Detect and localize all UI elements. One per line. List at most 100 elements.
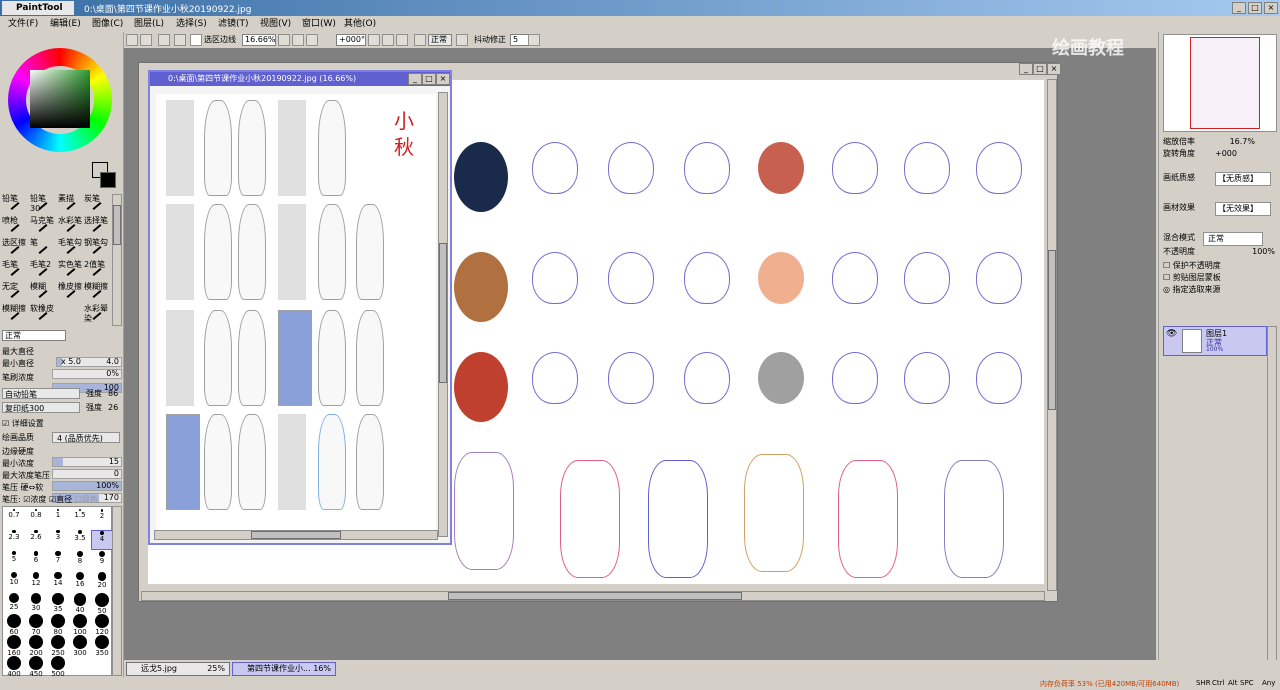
layer-opacity-slider[interactable]: 100%	[1252, 246, 1275, 258]
brush-tool[interactable]: 实色笔	[58, 260, 84, 282]
rotation-field[interactable]: +000°	[336, 34, 366, 46]
selection-tools[interactable]	[6, 164, 66, 192]
undo-button[interactable]	[126, 34, 138, 46]
menu-filter[interactable]: 滤镜(T)	[218, 16, 252, 32]
brush-tool[interactable]: 软橡皮	[30, 304, 56, 326]
brush-size-preset[interactable]: 450	[25, 656, 47, 678]
doc-minimize-button[interactable]: _	[1019, 63, 1033, 75]
canvas-h-scrollbar[interactable]	[141, 591, 1045, 601]
menu-window[interactable]: 窗口(W)	[302, 16, 336, 32]
maximize-button[interactable]: □	[1248, 2, 1262, 14]
brush-tool[interactable]: 毛笔2	[30, 260, 56, 282]
selection-source-checkbox[interactable]: ◎ 指定选取来源	[1163, 284, 1277, 296]
brush-size-preset[interactable]: 35	[47, 593, 69, 613]
brush-size-preset[interactable]: 200	[25, 635, 47, 657]
brush-size-preset[interactable]: 6	[25, 551, 47, 571]
stabilizer-dropdown[interactable]	[528, 34, 540, 46]
brush-tool[interactable]: 铅笔30	[30, 194, 56, 216]
brush-size-preset[interactable]: 2.6	[25, 530, 47, 550]
brush-tool[interactable]: 喷枪	[2, 216, 28, 238]
brush-size-preset[interactable]: 2	[91, 509, 113, 529]
brush-size-preset[interactable]: 10	[3, 572, 25, 592]
brush-size-preset[interactable]: 25	[3, 593, 25, 613]
brush-size-preset[interactable]: 80	[47, 614, 69, 636]
zoom-field[interactable]: 16.66%	[242, 34, 276, 46]
brush-size-preset[interactable]: 14	[47, 572, 69, 592]
brush-tool-scrollbar[interactable]	[112, 194, 122, 326]
menu-edit[interactable]: 编辑(E)	[50, 16, 84, 32]
protect-opacity-checkbox[interactable]: ☐ 保护不透明度	[1163, 260, 1277, 272]
paper-texture-select[interactable]: 【无质感】	[1215, 172, 1271, 186]
brush-shape-select[interactable]: 自动铅笔	[2, 388, 80, 399]
rotate-right-button[interactable]	[382, 34, 394, 46]
color-mode-tabs[interactable]	[2, 34, 122, 46]
brush-size-preset[interactable]: 350	[91, 635, 113, 657]
brush-tool[interactable]: 模糊	[30, 282, 56, 304]
brush-size-preset[interactable]: 1.5	[69, 509, 91, 529]
brush-size-preset[interactable]: 100	[69, 614, 91, 636]
brush-size-preset[interactable]: 2.3	[3, 530, 25, 550]
brush-tool[interactable]: 选择笔	[84, 216, 110, 238]
menu-view[interactable]: 视图(V)	[260, 16, 294, 32]
brush-tool[interactable]: 无定	[2, 282, 28, 304]
brush-blend-select[interactable]: 正常	[2, 330, 66, 341]
brush-tool[interactable]: 钢笔勾	[84, 238, 110, 260]
texture-strength-value[interactable]: 26	[108, 402, 118, 413]
new-layer-buttons[interactable]	[1165, 298, 1225, 310]
brush-size-preset[interactable]: 4	[91, 530, 113, 550]
doc-tab[interactable]: 远戈5.jpg 25%	[126, 662, 230, 676]
brush-tool[interactable]: 炭笔	[84, 194, 110, 216]
brush-tool[interactable]: 选区擦	[2, 238, 28, 260]
brush-size-scrollbar[interactable]	[112, 506, 122, 676]
blend-mode-select[interactable]: 正常	[428, 34, 452, 46]
brush-tool[interactable]: 橡皮擦	[58, 282, 84, 304]
brush-tool[interactable]: 水彩晕染	[84, 304, 110, 326]
brush-size-preset[interactable]: 0.8	[25, 509, 47, 529]
brush-size-preset[interactable]: 0.7	[3, 509, 25, 529]
zoom-out-button[interactable]	[278, 34, 290, 46]
flip-button[interactable]	[414, 34, 426, 46]
brush-size-preset[interactable]: 5	[3, 551, 25, 571]
layer-item[interactable]: 👁 图层1 正常 100%	[1163, 326, 1267, 356]
deselect-button[interactable]	[158, 34, 170, 46]
brush-size-preset[interactable]: 3	[47, 530, 69, 550]
detail-settings-toggle[interactable]: ☑ 详细设置	[2, 418, 122, 429]
brush-texture-select[interactable]: 复印纸300	[2, 402, 80, 413]
brush-tool[interactable]: 2值笔	[84, 260, 110, 282]
menu-file[interactable]: 文件(F)	[8, 16, 42, 32]
clipping-mask-checkbox[interactable]: ☐ 剪贴图层蒙板	[1163, 272, 1277, 284]
minimize-button[interactable]: _	[1232, 2, 1246, 14]
brush-tool[interactable]: 模糊擦	[2, 304, 28, 326]
invert-selection-button[interactable]	[174, 34, 186, 46]
selection-edge-checkbox[interactable]	[190, 34, 202, 46]
pressure-size-checkbox[interactable]: ☑直径	[49, 495, 72, 504]
layer-blend-select[interactable]: 正常	[1203, 232, 1263, 246]
brush-tool[interactable]: 素描	[58, 194, 84, 216]
brush-size-preset[interactable]: 9	[91, 551, 113, 571]
menu-other[interactable]: 其他(O)	[344, 16, 378, 32]
brush-size-preset[interactable]: 500	[47, 656, 69, 678]
brush-size-preset[interactable]: 120	[91, 614, 113, 636]
layer-visibility-icon[interactable]: 👁	[1166, 329, 1178, 341]
brush-size-preset[interactable]: 7	[47, 551, 69, 571]
brush-size-preset[interactable]: 20	[91, 572, 113, 592]
rotate-left-button[interactable]	[368, 34, 380, 46]
brush-tool[interactable]: 水彩笔	[58, 216, 84, 238]
brush-size-preset[interactable]: 250	[47, 635, 69, 657]
menu-layer[interactable]: 图层(L)	[134, 16, 168, 32]
brush-tool[interactable]: 马克笔	[30, 216, 56, 238]
secondary-color-swatch[interactable]	[100, 172, 116, 188]
zoom-in-button[interactable]	[292, 34, 304, 46]
color-wheel[interactable]	[8, 48, 112, 152]
ref-minimize-button[interactable]: _	[408, 73, 422, 85]
rotate-reset-button[interactable]	[396, 34, 408, 46]
brush-size-preset[interactable]: 300	[69, 635, 91, 657]
brush-tool[interactable]: 笔	[30, 238, 56, 260]
ref-close-button[interactable]: ×	[436, 73, 450, 85]
brush-size-preset[interactable]: 3.5	[69, 530, 91, 550]
material-effect-select[interactable]: 【无效果】	[1215, 202, 1271, 216]
ref-h-scrollbar[interactable]	[154, 530, 438, 540]
menu-image[interactable]: 图像(C)	[92, 16, 126, 32]
brush-size-preset[interactable]: 40	[69, 593, 91, 614]
menu-select[interactable]: 选择(S)	[176, 16, 210, 32]
